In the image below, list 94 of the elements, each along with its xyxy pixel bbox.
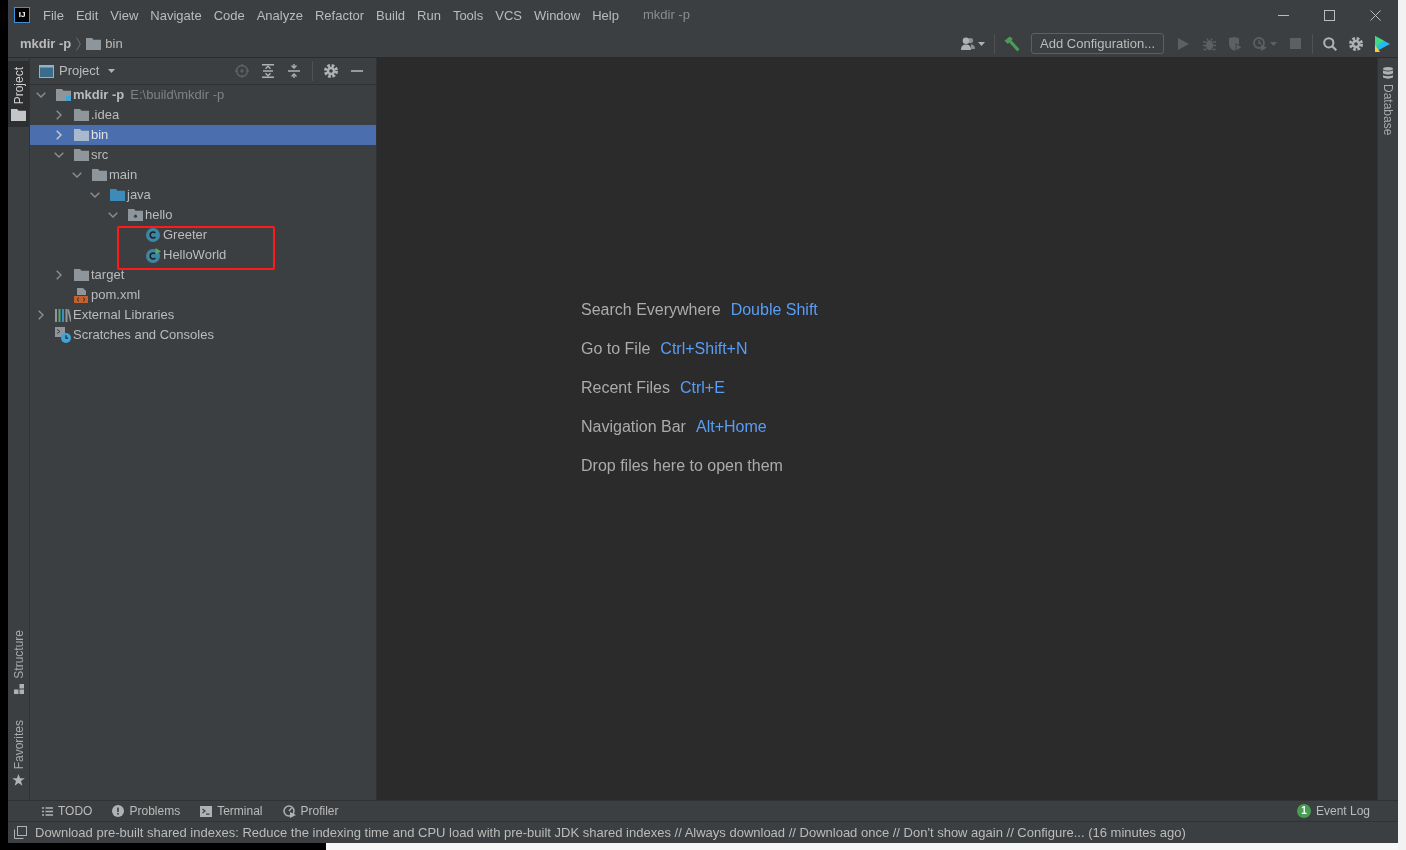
folder-icon — [73, 149, 89, 161]
panels-icon — [13, 826, 27, 839]
minimize-icon — [1277, 14, 1289, 16]
star-icon — [12, 774, 25, 786]
notification-count-badge: 1 — [1296, 804, 1311, 818]
breadcrumb[interactable]: bin — [86, 33, 123, 54]
app-logo: IJ — [14, 7, 30, 23]
xml-file-icon — [74, 287, 88, 303]
terminal-icon — [200, 805, 213, 817]
maximize-icon — [1323, 9, 1335, 21]
tool-windows-button[interactable] — [13, 825, 27, 840]
chevron-right-icon[interactable] — [38, 310, 44, 320]
menu-item[interactable]: Build — [370, 3, 411, 27]
package-folder-icon — [127, 209, 143, 221]
shortcut-label: Ctrl+E — [679, 377, 725, 398]
module-folder-icon — [55, 89, 71, 101]
close-icon — [1369, 9, 1381, 21]
breadcrumb-separator-icon — [76, 36, 82, 51]
chevron-down-icon[interactable] — [108, 212, 118, 218]
tree-item[interactable]: pom.xml — [30, 285, 376, 305]
tree-item[interactable]: .idea — [30, 105, 376, 125]
panel-window-icon — [39, 64, 54, 78]
window-title: mkdir -p — [642, 6, 690, 25]
tool-window-tab[interactable]: Structure — [8, 623, 29, 700]
hint-label: Go to File — [581, 338, 651, 359]
tree-item[interactable]: HelloWorld — [30, 245, 376, 265]
menu-item[interactable]: Code — [207, 3, 251, 27]
tree-item[interactable]: hello — [30, 205, 376, 225]
folder-icon — [91, 169, 107, 181]
tree-item[interactable]: mkdir -p E:\build\mkdir -p — [30, 85, 376, 105]
project-view-dropdown[interactable]: Project — [39, 61, 116, 81]
module-path: E:\build\mkdir -p — [130, 86, 225, 105]
chevron-down-icon[interactable] — [72, 172, 82, 178]
list-icon — [42, 806, 53, 816]
tree-item[interactable]: bin — [30, 125, 376, 145]
shortcut-label: Double Shift — [730, 299, 818, 320]
menu-item[interactable]: Tools — [446, 3, 490, 27]
tree-item[interactable]: External Libraries — [30, 305, 376, 325]
tool-window-tab[interactable]: Project — [8, 61, 29, 128]
chevron-right-icon[interactable] — [56, 270, 62, 280]
menu-item[interactable]: Window — [527, 3, 587, 27]
hint-label: Navigation Bar — [581, 416, 686, 437]
status-message: Download pre-built shared indexes: Reduce the indexing time and CPU load with pre-built JDK shared indexes // Always download // Download once // Don't show again // Configure... (16 minutes ago) — [35, 823, 1186, 842]
menu-item[interactable]: Help — [586, 3, 625, 27]
add-configuration-button[interactable]: Add Configuration... — [1031, 33, 1164, 54]
tool-window-tab[interactable]: 1 Event Log — [1290, 800, 1376, 822]
caret-icon — [1270, 41, 1277, 46]
shortcut-label: Alt+Home — [695, 416, 767, 437]
tool-window-tab[interactable]: Database — [1378, 61, 1398, 142]
hint-label: Drop files here to open them — [581, 455, 783, 476]
tool-window-tab[interactable]: Profiler — [276, 800, 345, 822]
tool-window-tab[interactable]: Terminal — [194, 800, 269, 822]
chevron-right-icon[interactable] — [56, 110, 62, 120]
tree-item[interactable]: src — [30, 145, 376, 165]
source-folder-icon — [109, 189, 125, 201]
breadcrumb[interactable]: mkdir -p — [20, 33, 72, 54]
scratch-clock-icon — [55, 327, 71, 343]
chevron-down-icon[interactable] — [36, 92, 46, 98]
menu-item[interactable]: File — [37, 3, 70, 27]
menu-item[interactable]: Refactor — [308, 3, 371, 27]
library-bars-icon — [55, 308, 71, 322]
chevron-down-icon[interactable] — [54, 152, 64, 158]
hint-label: Recent Files — [581, 377, 670, 398]
menu-item[interactable]: Edit — [69, 3, 105, 27]
menu-item[interactable]: Analyze — [250, 3, 309, 27]
gauge-play-icon — [282, 804, 296, 818]
tool-window-tab[interactable]: TODO — [36, 800, 99, 822]
hint-label: Search Everywhere — [581, 299, 721, 320]
folder-icon — [73, 269, 89, 281]
menu-item[interactable]: Run — [411, 3, 447, 27]
tree-item[interactable]: Greeter — [30, 225, 376, 245]
tree-item[interactable]: Scratches and Consoles — [30, 325, 376, 345]
tree-item[interactable]: target — [30, 265, 376, 285]
info-icon — [112, 805, 125, 817]
folder-icon — [73, 129, 89, 141]
tool-window-tab[interactable]: Problems — [106, 800, 187, 822]
database-icon — [1383, 67, 1393, 79]
blocks-icon — [13, 683, 24, 694]
tree-item[interactable]: java — [30, 185, 376, 205]
tree-item[interactable]: main — [30, 165, 376, 185]
folder-icon — [11, 109, 26, 122]
chevron-right-icon[interactable] — [56, 130, 62, 140]
shortcut-label: Ctrl+Shift+N — [660, 338, 748, 359]
caret-icon — [108, 69, 116, 73]
class-icon — [146, 228, 160, 242]
folder-icon — [86, 37, 102, 50]
tool-window-tab[interactable]: Favorites — [8, 713, 29, 792]
caret-icon — [978, 41, 986, 46]
chevron-down-icon[interactable] — [90, 192, 100, 198]
runnable-class-icon — [145, 247, 161, 263]
menu-item[interactable]: Navigate — [144, 3, 208, 27]
folder-icon — [73, 109, 89, 121]
menu-item[interactable]: VCS — [489, 3, 528, 27]
menu-item[interactable]: View — [104, 3, 145, 27]
